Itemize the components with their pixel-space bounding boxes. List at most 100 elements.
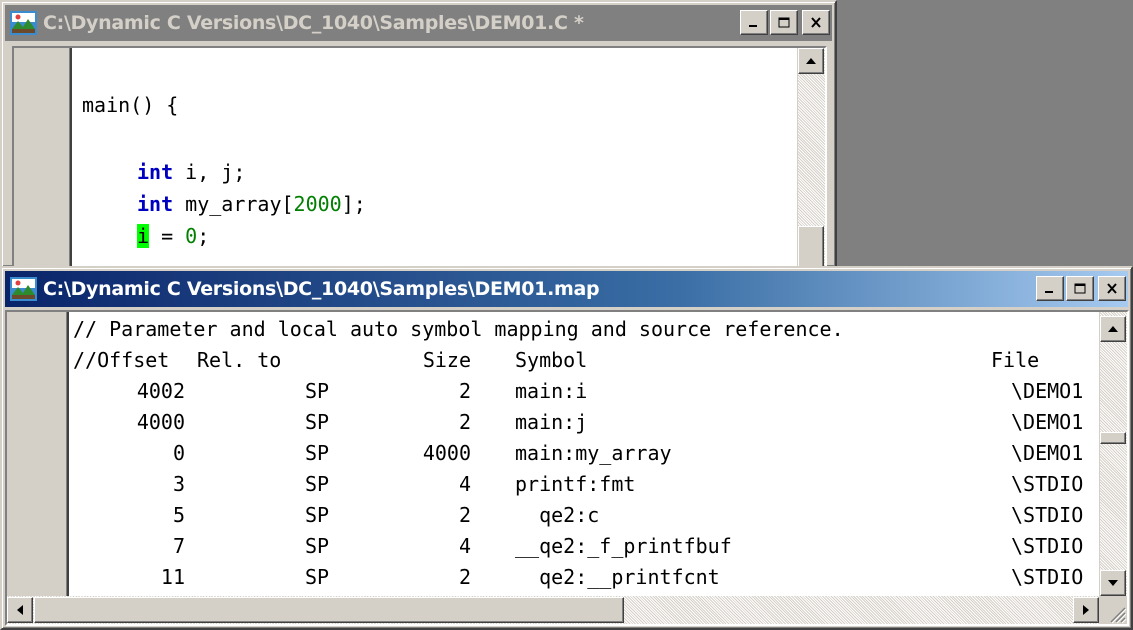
- cell-file: \STDIO: [1011, 565, 1084, 589]
- cell-file: \DEMO1: [1011, 441, 1084, 465]
- cell-offset: 7: [172, 534, 185, 558]
- source-window-title: C:\Dynamic C Versions\DC_1040\Samples\DE…: [43, 12, 584, 34]
- maximize-icon: [1074, 283, 1086, 294]
- arrow-left-icon: [17, 605, 23, 615]
- table-row: 0 SP 4000 main:my_array \DEMO1: [73, 438, 1093, 469]
- maximize-button[interactable]: [1066, 276, 1094, 301]
- cell-size: 2: [458, 410, 471, 434]
- cell-symbol: __qe2:_f_printfbuf: [515, 534, 732, 558]
- cell-rel: SP: [305, 472, 330, 496]
- minimize-button[interactable]: [1036, 276, 1064, 301]
- dynamic-c-app-icon: [10, 11, 37, 35]
- scroll-down-button[interactable]: [1100, 570, 1126, 596]
- cell-file: \STDIO: [1011, 534, 1084, 558]
- table-row: 7 SP 4 __qe2:_f_printfbuf \STDIO: [73, 531, 1093, 562]
- table-row: 11 SP 2 qe2:__printfcnt \STDIO: [73, 562, 1093, 590]
- map-file-window[interactable]: C:\Dynamic C Versions\DC_1040\Samples\DE…: [0, 266, 1133, 630]
- resize-grip-icon: [1110, 607, 1127, 624]
- close-button[interactable]: [802, 10, 830, 35]
- source-editor-window[interactable]: C:\Dynamic C Versions\DC_1040\Samples\DE…: [0, 0, 837, 270]
- map-horizontal-scrollbar[interactable]: [7, 596, 1099, 624]
- cell-file: \STDIO: [1011, 472, 1084, 496]
- code-text: i, j;: [173, 160, 246, 184]
- map-comment-line: // Parameter and local auto symbol mappi…: [73, 317, 844, 341]
- minimize-button[interactable]: [740, 10, 768, 35]
- scroll-thumb[interactable]: [1100, 432, 1126, 444]
- code-text: ;: [197, 224, 210, 248]
- code-line-assign: i = 0;: [137, 224, 209, 248]
- keyword-int: int: [137, 192, 174, 216]
- cell-symbol: main:j: [515, 410, 588, 434]
- maximize-button[interactable]: [770, 10, 798, 35]
- arrow-up-icon: [806, 58, 816, 64]
- source-vertical-scrollbar[interactable]: [797, 48, 825, 268]
- arrow-right-icon: [1083, 605, 1089, 615]
- arrow-down-icon: [1108, 580, 1118, 586]
- scroll-up-button[interactable]: [1100, 316, 1126, 342]
- cell-size: 4: [458, 472, 471, 496]
- execution-cursor-highlight: i: [137, 224, 150, 248]
- table-row: 3 SP 4 printf:fmt \STDIO: [73, 469, 1093, 500]
- cell-offset: 3: [172, 472, 185, 496]
- number-literal: 0: [185, 224, 198, 248]
- cell-offset: 0: [172, 441, 185, 465]
- scroll-up-button[interactable]: [798, 48, 824, 74]
- source-code-area[interactable]: main() { int i, j; int my_array[2000]; i…: [12, 46, 827, 270]
- cell-rel: SP: [305, 410, 330, 434]
- header-offset: //Offset: [73, 348, 170, 372]
- cell-rel: SP: [305, 534, 330, 558]
- scroll-thumb[interactable]: [798, 226, 824, 268]
- table-row: 4002 SP 2 main:i \DEMO1: [73, 376, 1093, 407]
- close-button[interactable]: [1098, 276, 1126, 301]
- minimize-icon: [1045, 290, 1053, 293]
- cell-rel: SP: [305, 441, 330, 465]
- cell-symbol: main:i: [515, 379, 588, 403]
- cell-symbol: qe2:__printfcnt: [515, 565, 720, 589]
- cell-file: \STDIO: [1011, 503, 1084, 527]
- keyword-int: int: [137, 160, 174, 184]
- cell-size: 4: [458, 534, 471, 558]
- code-text: my_array[: [173, 192, 294, 216]
- number-literal: 2000: [293, 192, 342, 216]
- scroll-right-button[interactable]: [1073, 597, 1099, 623]
- cell-rel: SP: [305, 503, 330, 527]
- size-grip[interactable]: [1099, 596, 1127, 624]
- source-gutter: [14, 48, 72, 268]
- cell-file: \DEMO1: [1011, 379, 1084, 403]
- minimize-icon: [749, 24, 757, 27]
- code-line-int-ij: int i, j;: [137, 160, 245, 184]
- code-text: =: [149, 224, 186, 248]
- cell-size: 2: [458, 379, 471, 403]
- header-rel-to: Rel. to: [197, 348, 282, 372]
- map-text-area[interactable]: // Parameter and local auto symbol mappi…: [5, 310, 1129, 626]
- horizontal-scroll-thumb[interactable]: [34, 597, 624, 623]
- header-symbol: Symbol: [515, 348, 588, 372]
- maximize-icon: [778, 17, 790, 28]
- header-size: Size: [422, 348, 471, 372]
- code-line-main: main() {: [82, 93, 178, 117]
- code-text: ];: [341, 192, 366, 216]
- arrow-up-icon: [1108, 326, 1118, 332]
- table-row: 4000 SP 2 main:j \DEMO1: [73, 407, 1093, 438]
- cell-size: 2: [458, 565, 471, 589]
- close-icon: [1107, 283, 1117, 294]
- map-gutter: [7, 312, 69, 624]
- code-line-array: int my_array[2000];: [137, 192, 366, 216]
- header-file: File: [991, 348, 1040, 372]
- cell-offset: 5: [172, 503, 185, 527]
- map-vertical-scrollbar[interactable]: [1099, 312, 1127, 596]
- source-window-titlebar[interactable]: C:\Dynamic C Versions\DC_1040\Samples\DE…: [5, 5, 832, 41]
- map-window-titlebar[interactable]: C:\Dynamic C Versions\DC_1040\Samples\DE…: [5, 271, 1128, 307]
- code-text: main() {: [82, 93, 179, 117]
- cell-symbol: printf:fmt: [515, 472, 636, 496]
- cell-rel: SP: [305, 565, 330, 589]
- cell-symbol: qe2:c: [515, 503, 600, 527]
- map-header-row: //Offset Rel. to Size Symbol File: [73, 345, 1093, 376]
- cell-size: 4000: [422, 441, 471, 465]
- cell-offset: 11: [160, 565, 185, 589]
- scroll-left-button[interactable]: [7, 597, 33, 623]
- cell-offset: 4002: [136, 379, 185, 403]
- cell-rel: SP: [305, 379, 330, 403]
- map-window-title: C:\Dynamic C Versions\DC_1040\Samples\DE…: [43, 278, 600, 300]
- close-icon: [811, 17, 821, 28]
